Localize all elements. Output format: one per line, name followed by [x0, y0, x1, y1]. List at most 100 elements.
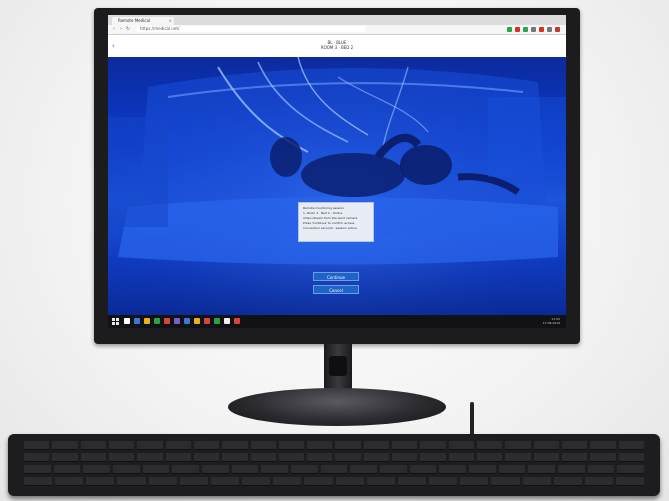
- keyboard-key: [409, 465, 437, 474]
- monitor-stand-base: [228, 388, 446, 426]
- keyboard-key: [469, 465, 496, 474]
- keyboard-key: [210, 477, 240, 486]
- keyboard-key: [618, 441, 644, 450]
- keyboard-key: [202, 465, 229, 474]
- keyboard-key: [335, 453, 361, 462]
- browser-extension-icon[interactable]: [555, 27, 560, 32]
- keyboard-key: [250, 453, 276, 462]
- photo-scene: Remote Medical × ‹ › ↻ https://medical.n…: [0, 0, 669, 501]
- browser-tab-strip: Remote Medical ×: [108, 15, 566, 25]
- keyboard-key: [165, 441, 191, 450]
- keyboard-key: [304, 477, 333, 486]
- keyboard-key: [222, 453, 248, 462]
- keyboard-key: [80, 453, 106, 462]
- browser-extension-icon[interactable]: [547, 27, 552, 32]
- keyboard-key: [291, 465, 318, 474]
- page-header-text: BL · BLUE ROOM 3 · BED 2: [108, 40, 566, 50]
- keyboard-key: [522, 477, 551, 486]
- keyboard-key: [307, 441, 333, 450]
- keyboard-key: [363, 441, 390, 450]
- monitor-stand-cable-slot: [329, 356, 347, 376]
- keyboard-key: [193, 453, 220, 462]
- taskbar-app-icon[interactable]: [124, 318, 130, 324]
- taskbar-app-icon[interactable]: [144, 318, 150, 324]
- keyboard-key: [477, 453, 503, 462]
- keyboard-key: [52, 441, 78, 450]
- keyboard-key: [558, 465, 585, 474]
- keyboard-key: [165, 453, 191, 462]
- cancel-button[interactable]: Cancel: [313, 285, 359, 294]
- tab-close-icon[interactable]: ×: [169, 17, 172, 25]
- keyboard-key: [420, 453, 446, 462]
- keyboard-row: [24, 465, 645, 474]
- taskbar-app-icon[interactable]: [164, 318, 170, 324]
- keyboard-key: [448, 441, 474, 450]
- browser-tab[interactable]: Remote Medical ×: [112, 17, 174, 25]
- keyboard-key: [142, 465, 170, 474]
- keyboard-key: [278, 453, 305, 462]
- keyboard-key: [460, 477, 489, 486]
- taskbar-app-icon[interactable]: [184, 318, 190, 324]
- address-bar[interactable]: https://medical.net/: [136, 26, 366, 32]
- keyboard-key: [617, 465, 645, 474]
- keyboard-key: [113, 465, 140, 474]
- keyboard-key: [278, 441, 305, 450]
- keyboard-key: [397, 477, 427, 486]
- keyboard-key: [335, 477, 364, 486]
- browser-extension-icon[interactable]: [539, 27, 544, 32]
- forward-arrow-icon[interactable]: ›: [118, 26, 124, 32]
- session-dialog: Remote monitoring session 1. Room 3 · Bed…: [298, 202, 374, 242]
- taskbar-app-icon[interactable]: [224, 318, 230, 324]
- browser-extension-icon[interactable]: [531, 27, 536, 32]
- system-tray-clock[interactable]: 11:52 17.06.2019: [543, 317, 560, 325]
- taskbar-app-icon[interactable]: [174, 318, 180, 324]
- browser-extensions: [507, 27, 560, 32]
- keyboard-key: [392, 441, 418, 450]
- keyboard-key: [273, 477, 302, 486]
- header-line-2: ROOM 3 · BED 2: [320, 45, 354, 50]
- keyboard-key: [350, 465, 378, 474]
- taskbar-app-icon[interactable]: [204, 318, 210, 324]
- dialog-text-line: Remote monitoring session: [303, 206, 344, 210]
- windows-start-icon[interactable]: [112, 318, 119, 325]
- tray-date: 17.06.2019: [542, 321, 560, 325]
- keyboard-key: [553, 477, 582, 486]
- taskbar-pinned-apps: [124, 318, 240, 324]
- browser-extension-icon[interactable]: [515, 27, 520, 32]
- taskbar-app-icon[interactable]: [194, 318, 200, 324]
- keyboard-key: [533, 441, 559, 450]
- keyboard-key: [491, 477, 520, 486]
- keyboard-key: [222, 441, 248, 450]
- keyboard-key: [80, 441, 106, 450]
- keyboard-key: [533, 453, 559, 462]
- dialog-text-line: Press 'Continue' to confirm access: [303, 221, 355, 225]
- keyboard-key: [320, 465, 348, 474]
- keyboard-key: [561, 453, 588, 462]
- keyboard-key: [24, 441, 50, 450]
- keyboard-key: [528, 465, 556, 474]
- keyboard-key: [618, 453, 644, 462]
- keyboard-key: [477, 441, 503, 450]
- taskbar-app-icon[interactable]: [234, 318, 240, 324]
- browser-extension-icon[interactable]: [507, 27, 512, 32]
- keyboard-key: [590, 441, 616, 450]
- dialog-text-line: 1. Room 3 · Bed 2 · Online: [303, 211, 343, 215]
- taskbar-app-icon[interactable]: [154, 318, 160, 324]
- back-arrow-icon[interactable]: ‹: [111, 26, 117, 32]
- keyboard-key: [24, 477, 53, 486]
- browser-extension-icon[interactable]: [523, 27, 528, 32]
- reload-icon[interactable]: ↻: [125, 26, 131, 32]
- keyboard-cable: [470, 402, 474, 438]
- keyboard-key: [587, 465, 615, 474]
- keyboard-key: [242, 477, 271, 486]
- browser-tab-title: Remote Medical: [118, 18, 151, 23]
- keyboard-key: [505, 441, 531, 450]
- taskbar-app-icon[interactable]: [134, 318, 140, 324]
- keyboard-key: [179, 477, 208, 486]
- keyboard-key: [498, 465, 526, 474]
- monitor: Remote Medical × ‹ › ↻ https://medical.n…: [94, 8, 580, 344]
- continue-button[interactable]: Continue: [313, 272, 359, 281]
- keyboard-key: [429, 477, 458, 486]
- keyboard-row: [24, 453, 644, 462]
- taskbar-app-icon[interactable]: [214, 318, 220, 324]
